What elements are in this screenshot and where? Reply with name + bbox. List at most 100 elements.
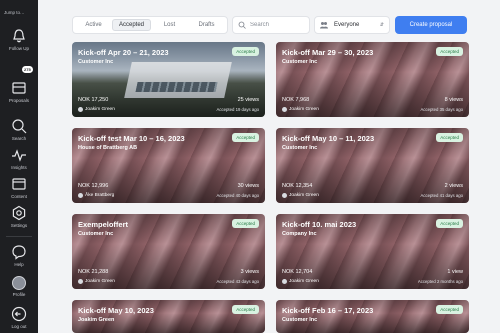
logout-icon [11, 306, 27, 322]
sidebar-item-settings[interactable]: Settings [0, 205, 38, 228]
status-badge: Accepted [436, 305, 463, 314]
owner-avatar [282, 107, 287, 112]
help-icon [11, 244, 27, 260]
sidebar-item-label: Help [14, 262, 24, 267]
search-input[interactable] [250, 22, 310, 28]
owner-avatar [282, 193, 287, 198]
sidebar-item-content[interactable]: Content [0, 176, 38, 199]
card-title: Kick-off Feb 16 – 17, 2023 [282, 306, 374, 315]
sidebar-item-proposals[interactable]: Proposals [0, 80, 38, 103]
sidebar-item-help[interactable]: Help [0, 244, 38, 267]
status-badge: Accepted [436, 133, 463, 142]
card-owner: Joakim Green [282, 107, 319, 112]
proposal-card[interactable]: Kick-off Apr 20 – 21, 2023 Customer Inc … [72, 42, 265, 117]
building-illustration [124, 62, 232, 98]
status-badge: Accepted [436, 219, 463, 228]
card-owner: Joakim Green [282, 279, 319, 284]
chevron-updown-icon: ⇵ [379, 22, 384, 28]
card-title: Kick-off Apr 20 – 21, 2023 [78, 48, 169, 57]
card-accepted-time: Accepted 19 days ago [216, 107, 259, 112]
tab-lost[interactable]: Lost [151, 19, 188, 31]
sidebar-item-label: Follow Up [8, 46, 29, 51]
card-price: NOK 21,288 [78, 269, 109, 275]
card-title: Exempeloffert [78, 220, 129, 229]
proposal-card[interactable]: Exempeloffert Customer Inc Accepted NOK … [72, 214, 265, 289]
sidebar: Jump to… Follow Up 275 Proposals Search … [0, 0, 38, 333]
status-badge: Accepted [232, 47, 259, 56]
sidebar-item-label: Profile [12, 292, 26, 297]
card-accepted-time: Accepted 41 days ago [420, 193, 463, 198]
avatar [12, 276, 26, 290]
search-box [232, 16, 310, 34]
proposal-card[interactable]: Kick-off Feb 16 – 17, 2023 Customer Inc … [276, 300, 469, 333]
owner-avatar [78, 107, 83, 112]
proposal-card[interactable]: Kick-off Mar 29 – 30, 2023 Customer Inc … [276, 42, 469, 117]
owner-name: Joakim Green [289, 193, 319, 198]
card-price: NOK 12,996 [78, 183, 109, 189]
status-tabs: Active Accepted Lost Drafts [72, 16, 228, 34]
card-accepted-time: Accepted 2 months ago [417, 279, 463, 284]
sidebar-item-label: Search [11, 136, 27, 141]
tab-active[interactable]: Active [75, 19, 112, 31]
card-title: Kick-off test Mar 10 – 16, 2023 [78, 134, 185, 143]
card-company: House of Brattberg AB [78, 145, 138, 151]
card-owner: Joakim Green [78, 107, 115, 112]
card-owner: Joakim Green [282, 193, 319, 198]
sidebar-item-search[interactable]: Search [0, 118, 38, 141]
card-company: Company Inc [282, 231, 317, 237]
status-badge: Accepted [232, 305, 259, 314]
sidebar-item-label: Content [11, 194, 27, 199]
tab-drafts[interactable]: Drafts [188, 19, 225, 31]
sidebar-item-insights[interactable]: Insights [0, 147, 38, 170]
sidebar-divider [6, 236, 32, 237]
card-title: Kick-off May 10 – 11, 2023 [282, 134, 375, 143]
sidebar-item-follow-up[interactable]: Follow Up [0, 28, 38, 51]
card-owner: Joakim Green [78, 279, 115, 284]
owner-filter-value: Everyone [334, 22, 360, 28]
owner-avatar [282, 279, 287, 284]
proposals-icon [11, 80, 27, 96]
card-views: 8 views [444, 97, 463, 103]
card-views: 1 view [447, 269, 463, 275]
search-icon [11, 118, 27, 134]
sidebar-item-label: Insights [11, 165, 27, 170]
owner-avatar [78, 193, 83, 198]
bell-icon [11, 28, 27, 44]
card-accepted-time: Accepted 35 days ago [420, 107, 463, 112]
gear-icon [11, 205, 27, 221]
sidebar-item-label: Log out [11, 324, 27, 329]
create-proposal-button[interactable]: Create proposal [395, 16, 467, 34]
tab-accepted[interactable]: Accepted [112, 19, 151, 31]
proposal-card[interactable]: Kick-off 10. mai 2023 Company Inc Accept… [276, 214, 469, 289]
insights-icon [11, 147, 27, 163]
card-owner: Åke Brattberg [78, 193, 114, 198]
proposal-card[interactable]: Kick-off May 10, 2023 Joakim Green Accep… [72, 300, 265, 333]
card-company: Customer Inc [282, 317, 318, 323]
card-views: 3 views [240, 269, 259, 275]
card-company: Customer Inc [282, 59, 318, 65]
sidebar-item-label: Proposals [8, 98, 29, 103]
sidebar-item-logout[interactable]: Log out [0, 306, 38, 329]
proposal-card[interactable]: Kick-off test Mar 10 – 16, 2023 House of… [72, 128, 265, 203]
card-title: Kick-off May 10, 2023 [78, 306, 154, 315]
owner-name: Joakim Green [289, 107, 319, 112]
search-icon [238, 16, 246, 34]
card-company: Joakim Green [78, 317, 115, 323]
sidebar-item-label: Settings [10, 223, 28, 228]
sidebar-item-profile[interactable]: Profile [0, 276, 38, 297]
card-views: 25 views [237, 97, 259, 103]
card-price: NOK 12,704 [282, 269, 313, 275]
content-icon [11, 176, 27, 192]
card-price: NOK 7,968 [282, 97, 310, 103]
status-badge: Accepted [232, 219, 259, 228]
card-accepted-time: Accepted 40 days ago [216, 193, 259, 198]
owner-name: Joakim Green [85, 107, 115, 112]
card-title: Kick-off Mar 29 – 30, 2023 [282, 48, 374, 57]
card-views: 2 views [444, 183, 463, 189]
proposal-card[interactable]: Kick-off May 10 – 11, 2023 Customer Inc … [276, 128, 469, 203]
brand-label[interactable]: Jump to… [4, 10, 25, 15]
owner-filter-select[interactable]: Everyone ⇵ [314, 16, 390, 34]
status-badge: Accepted [436, 47, 463, 56]
owner-avatar [78, 279, 83, 284]
card-price: NOK 12,354 [282, 183, 313, 189]
